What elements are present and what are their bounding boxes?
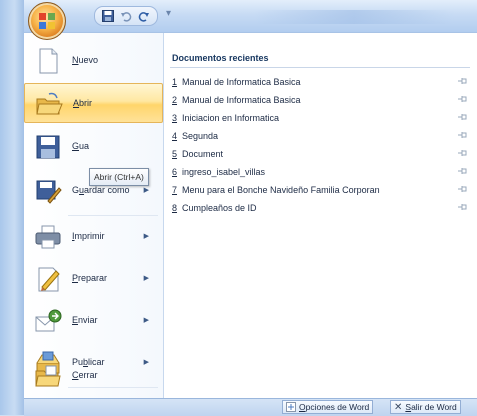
customize-icon[interactable]: ▾	[166, 8, 171, 19]
menu-item-enviar[interactable]: Enviar ▶	[24, 301, 163, 341]
recent-documents-panel: Documentos recientes 1 Manual de Informa…	[164, 33, 477, 399]
recent-title-divider	[170, 67, 470, 68]
document-name: ingreso_isabel_villas	[182, 167, 266, 177]
menu-item-imprimir[interactable]: Imprimir ▶	[24, 217, 163, 257]
prepare-icon	[38, 267, 60, 292]
save-disk-icon	[36, 135, 60, 159]
menu-item-abrir[interactable]: Abrir	[24, 83, 163, 123]
document-name: Menu para el Bonche Navideño Familia Cor…	[182, 185, 380, 195]
word-options-button[interactable]: Opciones de Word	[282, 400, 374, 414]
submenu-arrow-icon: ▶	[143, 233, 149, 240]
send-icon	[35, 309, 62, 332]
new-document-icon	[39, 48, 58, 74]
tooltip: Abrir (Ctrl+A)	[89, 168, 149, 186]
menu-item-label: Imprimir	[72, 231, 105, 241]
pin-icon[interactable]	[458, 130, 468, 140]
menu-item-label: Enviar	[72, 315, 98, 325]
title-bar: ▾	[24, 0, 477, 33]
recent-document-item[interactable]: 2 Manual de Informatica Basica	[172, 91, 472, 109]
menu-item-label: Abrir	[73, 98, 93, 108]
menu-item-preparar[interactable]: Preparar ▶	[24, 259, 163, 299]
pin-icon[interactable]	[458, 94, 468, 104]
submenu-arrow-icon: ▶	[143, 275, 149, 282]
document-number: 4	[172, 131, 178, 141]
menu-item-cerrar[interactable]: Cerrar	[24, 356, 163, 396]
pin-icon[interactable]	[458, 166, 468, 176]
quick-access-toolbar	[94, 6, 158, 26]
recent-document-item[interactable]: 7 Menu para el Bonche Navideño Familia C…	[172, 181, 472, 199]
document-number: 7	[172, 185, 178, 195]
recent-document-item[interactable]: 8 Cumpleaños de ID	[172, 199, 472, 217]
redo-icon[interactable]	[137, 9, 151, 23]
menu-item-label: Preparar	[72, 273, 108, 283]
recent-document-item[interactable]: 6 ingreso_isabel_villas	[172, 163, 472, 181]
menu-item-nuevo[interactable]: Nuevo	[24, 41, 163, 81]
document-number: 3	[172, 113, 178, 123]
close-folder-icon	[35, 365, 61, 387]
exit-word-label: Salir de Word	[405, 402, 457, 412]
office-button[interactable]	[28, 2, 66, 40]
document-name: Cumpleaños de ID	[182, 203, 257, 213]
document-number: 5	[172, 149, 178, 159]
menu-footer: Opciones de Word ✕ Salir de Word	[24, 398, 477, 416]
document-number: 1	[172, 77, 178, 87]
options-icon	[286, 402, 296, 412]
printer-icon	[35, 225, 61, 249]
menu-separator	[68, 215, 158, 216]
exit-word-button[interactable]: ✕ Salir de Word	[390, 400, 461, 414]
menu-commands: Nuevo Abrir Gua Guardar como ▶ Imprimir …	[24, 33, 164, 399]
document-name: Segunda	[182, 131, 219, 141]
menu-item-label: Guardar como	[72, 185, 130, 195]
recent-document-item[interactable]: 3 Iniciacion en Informatica	[172, 109, 472, 127]
window-left-edge	[0, 0, 24, 415]
menu-item-guardar[interactable]: Gua	[24, 127, 163, 167]
document-name: Iniciacion en Informatica	[182, 113, 280, 123]
menu-item-label: Nuevo	[72, 55, 99, 65]
word-options-label: Opciones de Word	[299, 402, 370, 412]
menu-item-label: Gua	[72, 141, 90, 151]
pin-icon[interactable]	[458, 184, 468, 194]
recent-document-item[interactable]: 5 Document	[172, 145, 472, 163]
pin-icon[interactable]	[458, 76, 468, 86]
document-name: Document	[182, 149, 224, 159]
menu-item-label: Cerrar	[72, 370, 98, 380]
submenu-arrow-icon: ▶	[143, 187, 149, 194]
document-number: 2	[172, 95, 178, 105]
pin-icon[interactable]	[458, 148, 468, 158]
pin-icon[interactable]	[458, 112, 468, 122]
office-logo-icon	[39, 13, 55, 29]
recent-document-item[interactable]: 4 Segunda	[172, 127, 472, 145]
close-icon: ✕	[394, 401, 403, 413]
save-icon[interactable]	[101, 9, 115, 23]
open-folder-icon	[36, 92, 63, 115]
document-number: 8	[172, 203, 178, 213]
title-bar-glow	[254, 10, 454, 24]
save-as-icon	[36, 180, 62, 204]
recent-document-item[interactable]: 1 Manual de Informatica Basica	[172, 73, 472, 91]
document-name: Manual de Informatica Basica	[182, 77, 301, 87]
office-menu: Nuevo Abrir Gua Guardar como ▶ Imprimir …	[24, 32, 477, 399]
undo-icon[interactable]	[119, 9, 133, 23]
recent-documents-title: Documentos recientes	[172, 53, 269, 63]
submenu-arrow-icon: ▶	[143, 317, 149, 324]
document-number: 6	[172, 167, 178, 177]
document-name: Manual de Informatica Basica	[182, 95, 301, 105]
pin-icon[interactable]	[458, 202, 468, 212]
